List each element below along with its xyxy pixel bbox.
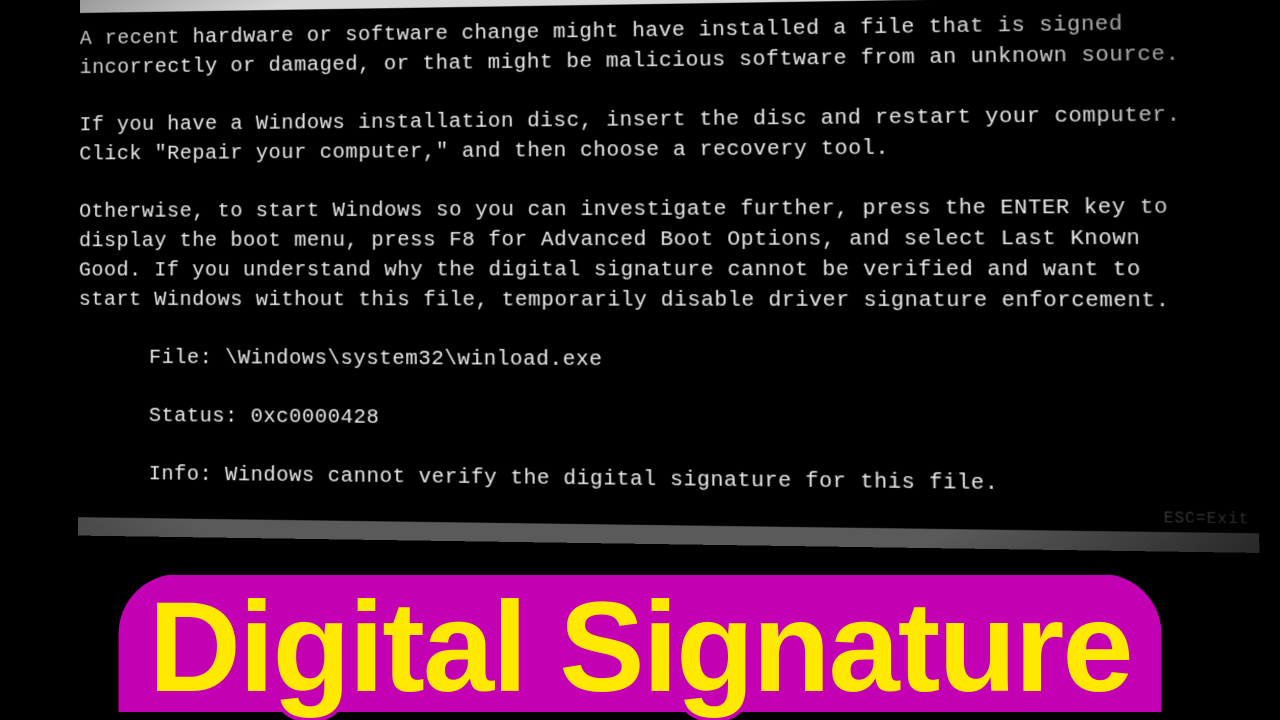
info-value: Windows cannot verify the digital signat… [225,464,999,497]
boot-manager-screen: Windows Boot Manager A recent hardware o… [78,0,1259,553]
detail-status: Status: 0xc0000428 [149,402,1257,441]
status-label: Status: [149,405,238,429]
footer-bar: ESC=Exit [78,517,1259,553]
caption-band: Digital Signature [0,575,1280,720]
message-paragraph-2: If you have a Windows installation disc,… [79,100,1195,169]
caption-text: Digital Signature [119,575,1162,712]
file-value: \Windows\system32\winload.exe [225,347,603,372]
detail-file: File: \Windows\system32\winload.exe [149,344,1256,379]
error-details: File: \Windows\system32\winload.exe Stat… [149,344,1259,503]
status-value: 0xc0000428 [251,405,380,430]
info-label: Info: [149,463,213,487]
detail-info: Info: Windows cannot verify the digital … [149,460,1259,503]
message-paragraph-1: A recent hardware or software change mig… [80,8,1194,83]
esc-hint: ESC=Exit [1164,508,1250,531]
message-paragraph-3: Otherwise, to start Windows so you can i… [79,192,1198,317]
file-label: File: [149,347,212,371]
